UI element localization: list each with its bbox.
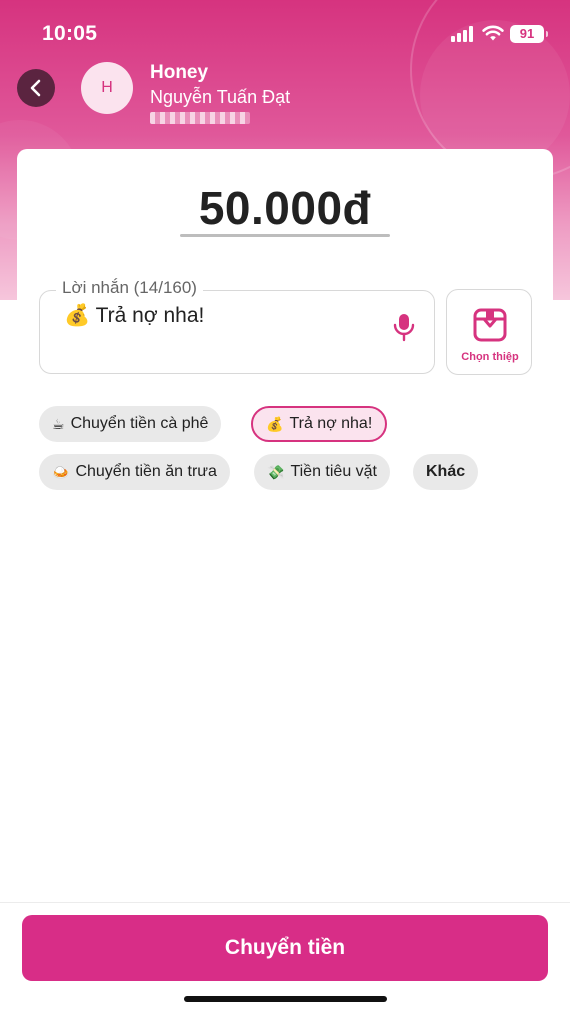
cellular-signal-icon xyxy=(451,26,475,42)
back-button[interactable] xyxy=(17,69,55,107)
choose-card-label: Chọn thiệp xyxy=(461,351,519,363)
contact-name: Honey xyxy=(150,62,209,83)
suggestion-label: Tiền tiêu vặt xyxy=(290,463,377,480)
suggestion-chip[interactable]: 💸 Tiền tiêu vặt xyxy=(254,454,390,490)
transfer-button[interactable]: Chuyển tiền xyxy=(22,915,548,981)
masked-phone-number xyxy=(150,112,250,124)
money-bag-icon: 💰 xyxy=(266,415,284,432)
amount-input[interactable]: 50.000đ xyxy=(17,181,553,235)
suggestion-label: Khác xyxy=(426,463,466,480)
flying-money-icon: 💸 xyxy=(267,463,285,480)
avatar: H xyxy=(81,62,133,114)
suggestion-label: Chuyển tiền cà phê xyxy=(70,415,209,432)
coffee-icon: ☕ xyxy=(52,415,65,432)
message-label: Lời nhắn (14/160) xyxy=(56,278,203,298)
message-text: Trả nợ nha! xyxy=(95,304,205,327)
suggestion-chip-other[interactable]: Khác xyxy=(413,454,479,490)
choose-card-button[interactable]: Chọn thiệp xyxy=(446,289,532,375)
suggestion-label: Trả nợ nha! xyxy=(289,415,373,432)
suggestion-label: Chuyển tiền ăn trưa xyxy=(75,463,217,480)
greeting-card-icon xyxy=(473,308,507,342)
suggestion-chip-selected[interactable]: 💰 Trả nợ nha! xyxy=(251,406,388,442)
message-value[interactable]: 💰 Trả nợ nha! xyxy=(64,304,204,328)
battery-icon: 91 xyxy=(510,25,548,43)
contact-fullname: Nguyễn Tuấn Đạt xyxy=(150,87,291,107)
chevron-left-icon xyxy=(30,79,41,97)
wifi-icon xyxy=(482,25,504,41)
amount-underline xyxy=(180,234,390,237)
lunch-bowl-icon: 🍛 xyxy=(52,463,70,480)
status-bar: 10:05 91 xyxy=(0,0,570,60)
suggestion-chip[interactable]: 🍛 Chuyển tiền ăn trưa xyxy=(39,454,230,490)
status-time: 10:05 xyxy=(42,22,98,45)
suggestion-chip[interactable]: ☕ Chuyển tiền cà phê xyxy=(39,406,222,442)
bottom-divider xyxy=(0,902,570,903)
transfer-card: 50.000đ Lời nhắn (14/160) 💰 Trả nợ nha! … xyxy=(17,149,553,509)
microphone-icon[interactable] xyxy=(390,311,418,343)
money-bag-icon: 💰 xyxy=(64,304,91,327)
home-indicator xyxy=(184,996,387,1002)
message-field[interactable]: Lời nhắn (14/160) 💰 Trả nợ nha! xyxy=(39,278,435,374)
